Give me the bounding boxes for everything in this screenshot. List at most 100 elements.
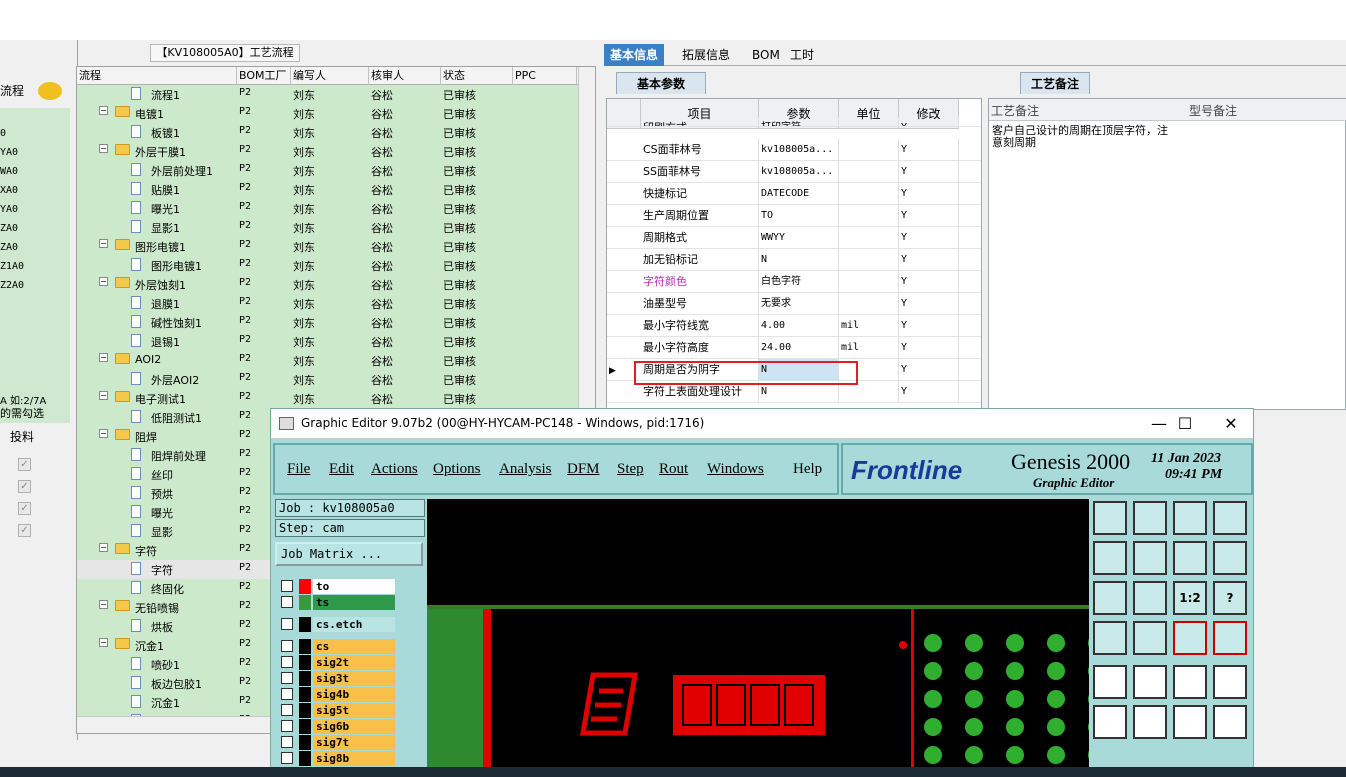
tab-process-notes[interactable]: 工艺备注 — [1020, 72, 1090, 94]
collapse-icon[interactable]: − — [99, 106, 108, 115]
layer-name[interactable]: cs.etch — [313, 617, 395, 632]
layer-name[interactable]: to — [313, 579, 395, 594]
chat-icon[interactable] — [38, 82, 62, 100]
connect2-icon[interactable] — [1213, 705, 1247, 739]
collapse-icon[interactable]: − — [99, 638, 108, 647]
layer-name[interactable]: cs — [313, 639, 395, 654]
tree-row[interactable]: 图形电镀1 P2 刘东 谷松 已审核 — [77, 256, 577, 275]
tree-row[interactable]: 退膜1 P2 刘东 谷松 已审核 — [77, 294, 577, 313]
layer-checkbox[interactable] — [281, 720, 293, 732]
home-icon[interactable] — [1173, 501, 1207, 535]
menu-options[interactable]: Options — [433, 461, 481, 478]
window-icon[interactable] — [1213, 501, 1247, 535]
point-icon[interactable] — [1213, 665, 1247, 699]
notes-text[interactable]: 客户自己设计的周期在顶层字符，注意刻周期 — [992, 125, 1176, 149]
node-icon[interactable] — [1093, 705, 1127, 739]
layer-checkbox[interactable] — [281, 704, 293, 716]
layer-checkbox[interactable] — [281, 736, 293, 748]
collapse-icon[interactable]: − — [99, 277, 108, 286]
param-value[interactable]: kv108005a... — [759, 139, 839, 161]
tree-row[interactable]: 板镀1 P2 刘东 谷松 已审核 — [77, 123, 577, 142]
tree-row[interactable]: − 电镀1 P2 刘东 谷松 已审核 — [77, 104, 577, 123]
layer-name[interactable]: sig2t — [313, 655, 395, 670]
param-value[interactable]: kv108005a... — [759, 161, 839, 183]
layer-row[interactable]: cs.etch — [279, 617, 395, 632]
layer-row[interactable]: sig6b — [279, 719, 395, 734]
zoom-icon[interactable] — [1133, 581, 1167, 615]
tree-row[interactable]: 退锡1 P2 刘东 谷松 已审核 — [77, 332, 577, 351]
import-icon[interactable] — [1093, 501, 1127, 535]
param-value[interactable]: WWYY — [759, 227, 839, 249]
tree-row[interactable]: 碱性蚀刻1 P2 刘东 谷松 已审核 — [77, 313, 577, 332]
ratio-icon[interactable]: 1:2 — [1173, 581, 1207, 615]
layer-row[interactable]: sig4b — [279, 687, 395, 702]
menu-analysis[interactable]: Analysis — [499, 461, 552, 478]
feed-checkbox[interactable]: ✓ — [18, 502, 31, 515]
tab-basic-params[interactable]: 基本参数 — [616, 72, 706, 94]
menu-edit[interactable]: Edit — [329, 461, 354, 478]
tree-row[interactable]: 外层前处理1 P2 刘东 谷松 已审核 — [77, 161, 577, 180]
layer-name[interactable]: sig4b — [313, 687, 395, 702]
menu-windows[interactable]: Windows — [707, 461, 764, 478]
grid-row[interactable]: 字符颜色 白色字符 Y — [607, 271, 981, 293]
tree-row[interactable]: 贴膜1 P2 刘东 谷松 已审核 — [77, 180, 577, 199]
left-list-item[interactable]: Z1A0 — [0, 261, 24, 272]
export-icon[interactable] — [1133, 501, 1167, 535]
maximize-icon[interactable]: ☐ — [1165, 412, 1205, 436]
ruler-icon[interactable] — [1173, 665, 1207, 699]
grid-row[interactable]: 周期格式 WWYY Y — [607, 227, 981, 249]
collapse-icon[interactable]: − — [99, 600, 108, 609]
layer-row[interactable]: ts — [279, 595, 395, 610]
tree-row[interactable]: 曝光1 P2 刘东 谷松 已审核 — [77, 199, 577, 218]
menu-file[interactable]: File — [287, 461, 310, 478]
tab-0[interactable]: 基本信息 — [604, 44, 665, 66]
tree-row[interactable]: − AOI2 P2 刘东 谷松 已审核 — [77, 351, 577, 370]
film-icon[interactable] — [1093, 665, 1127, 699]
layer-checkbox[interactable] — [281, 688, 293, 700]
grid-row[interactable]: 生产周期位置 TO Y — [607, 205, 981, 227]
graphic-canvas[interactable] — [427, 499, 1106, 776]
feed-checkbox[interactable]: ✓ — [18, 524, 31, 537]
menu-actions[interactable]: Actions — [371, 461, 418, 478]
layer-row[interactable]: cs — [279, 639, 395, 654]
param-value[interactable]: 白色字符 — [759, 271, 839, 293]
undo-icon[interactable] — [1173, 541, 1207, 575]
layer-row[interactable]: sig7t — [279, 735, 395, 750]
layer-checkbox[interactable] — [281, 580, 293, 592]
tree-row[interactable]: − 电子测试1 P2 刘东 谷松 已审核 — [77, 389, 577, 408]
tab-1[interactable]: 拓展信息 — [676, 44, 736, 66]
tree-column-header[interactable]: 编写人 — [291, 67, 369, 85]
param-value[interactable]: N — [759, 249, 839, 271]
collapse-icon[interactable]: − — [99, 144, 108, 153]
left-list-item[interactable]: WA0 — [0, 166, 18, 177]
param-value[interactable]: 打印字符 — [759, 117, 839, 126]
collapse-icon[interactable]: − — [99, 353, 108, 362]
help-icon[interactable]: ? — [1213, 581, 1247, 615]
close-icon[interactable]: ✕ — [1211, 412, 1251, 436]
grid-row[interactable]: 最小字符高度 24.00 mil Y — [607, 337, 981, 359]
left-list-item[interactable]: 0 — [0, 128, 6, 139]
copy-icon[interactable] — [1133, 665, 1167, 699]
menu-help[interactable]: Help — [793, 461, 822, 478]
param-value[interactable]: 24.00 — [759, 337, 839, 359]
tree-column-header[interactable]: 状态 — [441, 67, 513, 85]
tree-row[interactable]: 显影1 P2 刘东 谷松 已审核 — [77, 218, 577, 237]
param-value[interactable]: 4.00 — [759, 315, 839, 337]
connect-icon[interactable] — [1173, 705, 1207, 739]
collapse-icon[interactable]: − — [99, 543, 108, 552]
layer-name[interactable]: ts — [313, 595, 395, 610]
layer-row[interactable]: sig2t — [279, 655, 395, 670]
grid-row[interactable]: 加无铅标记 N Y — [607, 249, 981, 271]
layer-name[interactable]: sig7t — [313, 735, 395, 750]
cross-icon[interactable] — [1133, 705, 1167, 739]
grid-row[interactable]: 印刷方式打印字符 Y — [607, 117, 981, 127]
job-matrix-button[interactable]: Job Matrix ... — [275, 542, 423, 566]
param-value[interactable]: 无要求 — [759, 293, 839, 315]
layer-checkbox[interactable] — [281, 672, 293, 684]
collapse-icon[interactable]: − — [99, 391, 108, 400]
layer-name[interactable]: sig5t — [313, 703, 395, 718]
tree-column-header[interactable]: BOM工厂 — [237, 67, 291, 85]
tree-column-header[interactable]: 核审人 — [369, 67, 441, 85]
layer-checkbox[interactable] — [281, 596, 293, 608]
left-list-item[interactable]: XA0 — [0, 185, 18, 196]
